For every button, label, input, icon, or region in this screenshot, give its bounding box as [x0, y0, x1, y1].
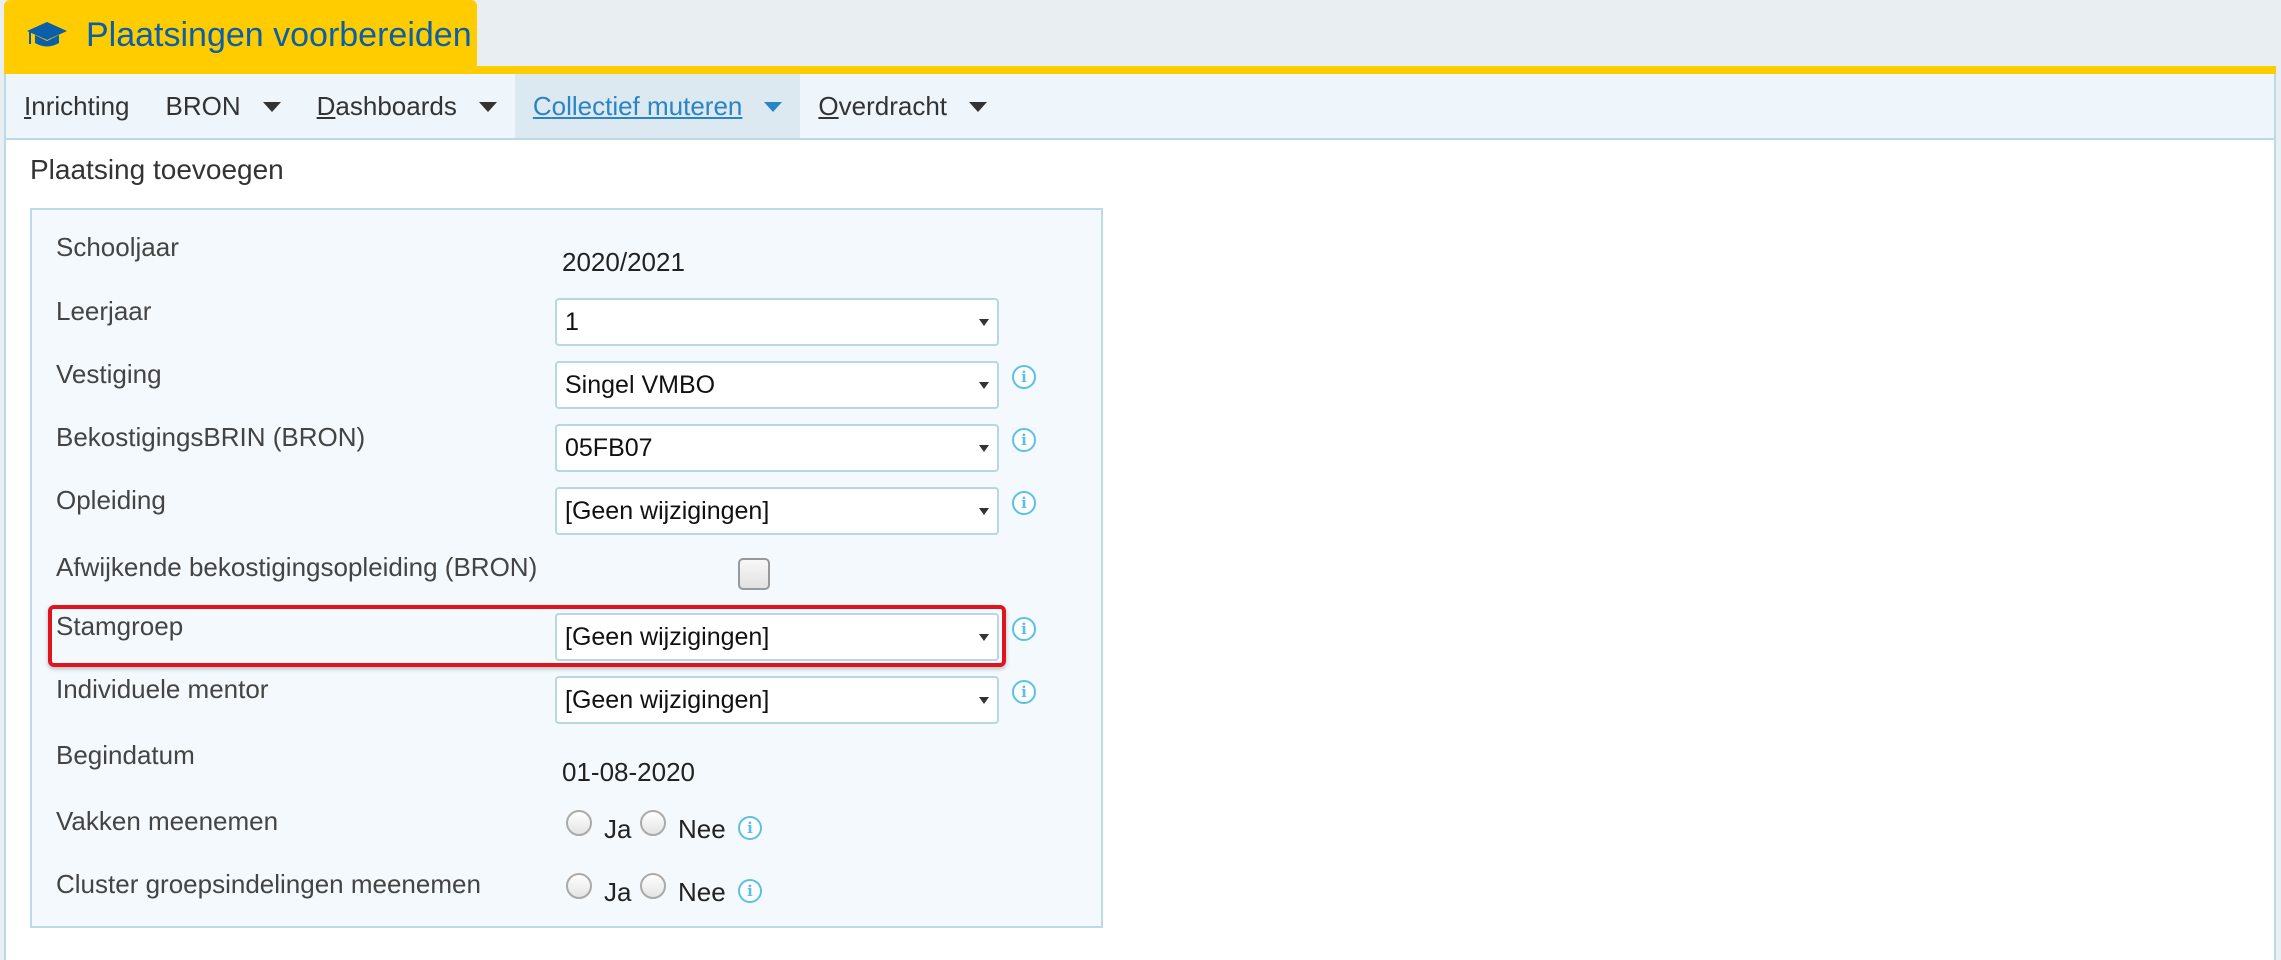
menu-item-inrichting[interactable]: Inrichting [6, 74, 148, 138]
menu-item-bron[interactable]: BRON [148, 74, 299, 138]
schooljaar-value: 2020/2021 [562, 247, 685, 277]
info-icon[interactable]: i [1012, 365, 1036, 389]
menu-bar: Inrichting BRON Dashboards Collectief mu… [4, 74, 2276, 140]
mentor-selected-value: [Geen wijzigingen] [565, 686, 770, 714]
vakken-nee-label: Nee [678, 814, 726, 844]
cluster-ja-label: Ja [604, 877, 632, 907]
cluster-label: Cluster groepsindelingen meenemen [56, 869, 481, 899]
row-schooljaar: Schooljaar 2020/2021 [32, 232, 1101, 288]
chevron-down-icon [979, 319, 989, 326]
mentor-select[interactable]: [Geen wijzigingen] [555, 676, 999, 724]
vakken-ja-radio[interactable] [566, 810, 592, 836]
cluster-ja-radio[interactable] [566, 873, 592, 899]
row-cluster: Cluster groepsindelingen meenemen Ja Nee… [32, 869, 1101, 927]
menu-item-label: verdracht [838, 90, 948, 121]
chevron-down-icon [979, 697, 989, 704]
opleiding-select[interactable]: [Geen wijzigingen] [555, 487, 999, 535]
info-icon[interactable]: i [1012, 617, 1036, 641]
menu-item-label: nrichting [31, 90, 130, 121]
plaatsing-form: Schooljaar 2020/2021 Leerjaar 1 Vestigin… [30, 208, 1103, 928]
info-icon[interactable]: i [1012, 680, 1036, 704]
menu-item-dashboards[interactable]: Dashboards [299, 74, 515, 138]
stamgroep-select[interactable]: [Geen wijzigingen] [555, 613, 999, 661]
row-vakken: Vakken meenemen Ja Nee i [32, 806, 1101, 864]
bekostigingsbrin-label: BekostigingsBRIN (BRON) [56, 422, 366, 452]
row-begindatum: Begindatum 01-08-2020 [32, 740, 1101, 798]
row-bekostigingsbrin: BekostigingsBRIN (BRON) 05FB07 i [32, 422, 1101, 480]
begindatum-value: 01-08-2020 [562, 757, 695, 787]
leerjaar-label: Leerjaar [56, 296, 152, 326]
info-icon[interactable]: i [1012, 428, 1036, 452]
chevron-down-icon [979, 634, 989, 641]
afwijkende-checkbox[interactable] [738, 558, 770, 590]
cluster-nee-label: Nee [678, 877, 726, 907]
info-icon[interactable]: i [1012, 491, 1036, 515]
row-mentor: Individuele mentor [Geen wijzigingen] i [32, 674, 1101, 732]
schooljaar-label: Schooljaar [56, 232, 179, 262]
page-title-tab: Plaatsingen voorbereiden [4, 0, 477, 70]
vakken-ja-label: Ja [604, 814, 632, 844]
afwijkende-label: Afwijkende bekostigingsopleiding (BRON) [56, 552, 538, 582]
title-underline [4, 66, 2276, 74]
row-afwijkende: Afwijkende bekostigingsopleiding (BRON) [32, 552, 1101, 612]
cluster-nee-radio[interactable] [640, 873, 666, 899]
row-stamgroep: Stamgroep [Geen wijzigingen] i [32, 611, 1101, 669]
menu-item-label: ollectief muteren [551, 90, 743, 121]
row-vestiging: Vestiging Singel VMBO i [32, 359, 1101, 417]
chevron-down-icon [979, 508, 989, 515]
stamgroep-selected-value: [Geen wijzigingen] [565, 623, 770, 651]
vestiging-label: Vestiging [56, 359, 162, 389]
begindatum-label: Begindatum [56, 740, 195, 770]
vakken-nee-radio[interactable] [640, 810, 666, 836]
leerjaar-select[interactable]: 1 [555, 298, 999, 346]
bekostigingsbrin-select[interactable]: 05FB07 [555, 424, 999, 472]
page-title: Plaatsingen voorbereiden [86, 15, 472, 54]
opleiding-selected-value: [Geen wijzigingen] [565, 497, 770, 525]
caret-down-icon [764, 102, 783, 112]
main-content: Plaatsing toevoegen Schooljaar 2020/2021… [4, 140, 2276, 960]
chevron-down-icon [979, 445, 989, 452]
menu-item-label: BRON [165, 90, 241, 121]
chevron-down-icon [979, 382, 989, 389]
row-leerjaar: Leerjaar 1 [32, 296, 1101, 354]
menu-item-label: ashboards [335, 90, 457, 121]
mentor-label: Individuele mentor [56, 674, 269, 704]
info-icon[interactable]: i [738, 816, 762, 840]
caret-down-icon [969, 102, 988, 112]
menu-item-label-accesskey: D [316, 90, 336, 121]
vakken-label: Vakken meenemen [56, 806, 279, 836]
vestiging-select[interactable]: Singel VMBO [555, 361, 999, 409]
menu-item-label-accesskey: C [532, 90, 552, 121]
menu-item-overdracht[interactable]: Overdracht [800, 74, 1005, 138]
info-icon[interactable]: i [738, 879, 762, 903]
graduation-cap-icon [27, 22, 67, 47]
opleiding-label: Opleiding [56, 485, 166, 515]
caret-down-icon [478, 102, 497, 112]
caret-down-icon [262, 102, 281, 112]
section-title: Plaatsing toevoegen [30, 154, 284, 185]
leerjaar-selected-value: 1 [565, 308, 579, 336]
row-opleiding: Opleiding [Geen wijzigingen] i [32, 485, 1101, 543]
menu-item-label-accesskey: I [24, 90, 32, 121]
menu-item-label-accesskey: O [818, 90, 839, 121]
stamgroep-label: Stamgroep [56, 611, 184, 641]
vestiging-selected-value: Singel VMBO [565, 371, 716, 399]
bekostigingsbrin-selected-value: 05FB07 [565, 434, 653, 462]
menu-item-collectief-muteren[interactable]: Collectief muteren [514, 74, 801, 138]
